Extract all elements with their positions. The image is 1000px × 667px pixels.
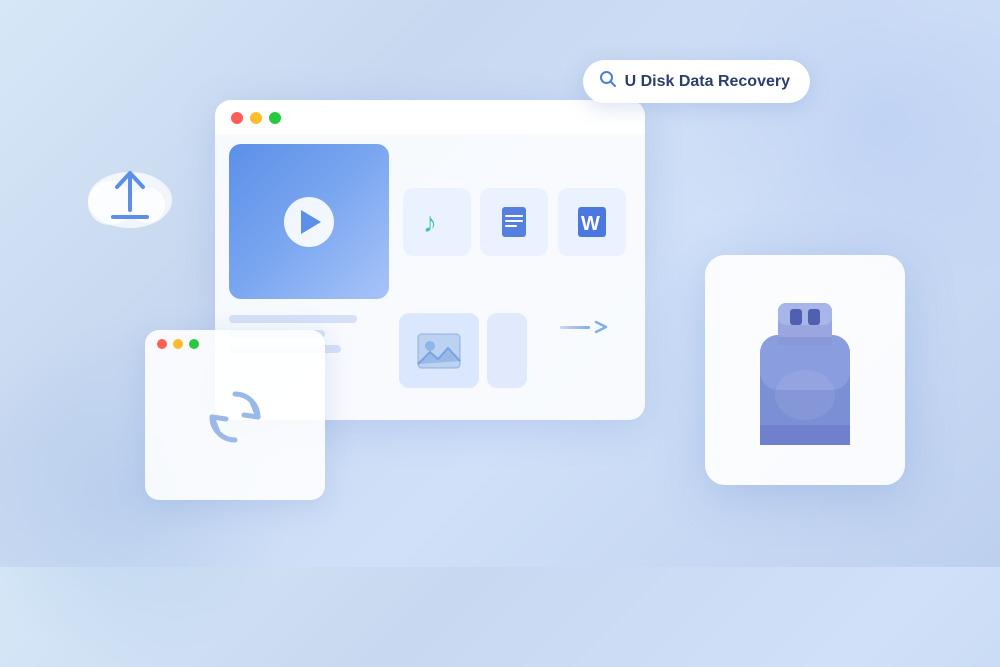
document-file-icon xyxy=(480,188,548,256)
window-titlebar xyxy=(215,100,645,134)
search-text: U Disk Data Recovery xyxy=(625,73,790,91)
arrow-line xyxy=(560,326,590,329)
search-pill[interactable]: U Disk Data Recovery xyxy=(583,60,810,103)
small-dot-green xyxy=(189,339,199,349)
small-recovery-window xyxy=(145,330,325,500)
usb-drive-icon xyxy=(740,285,870,455)
small-dot-red xyxy=(157,339,167,349)
play-triangle-icon xyxy=(301,210,321,234)
dot-green xyxy=(269,112,281,124)
play-button xyxy=(284,197,334,247)
dot-yellow xyxy=(250,112,262,124)
partial-tile xyxy=(487,313,527,388)
usb-drive-card xyxy=(705,255,905,485)
svg-text:♪: ♪ xyxy=(423,207,437,238)
svg-text:W: W xyxy=(581,213,600,235)
usb-drive-container xyxy=(705,255,905,485)
search-icon xyxy=(599,70,617,93)
cloud-upload-icon xyxy=(75,155,185,235)
file-icon-grid: ♪ W xyxy=(399,144,631,299)
word-file-icon: W xyxy=(558,188,626,256)
small-dot-yellow xyxy=(173,339,183,349)
dot-red xyxy=(231,112,243,124)
arrow-indicator xyxy=(560,320,608,334)
small-window-titlebar xyxy=(145,330,325,357)
image-file-tile xyxy=(399,313,479,388)
small-window-content xyxy=(145,357,325,477)
text-line-1 xyxy=(229,315,357,323)
video-tile xyxy=(229,144,389,299)
music-file-icon: ♪ xyxy=(403,188,471,256)
